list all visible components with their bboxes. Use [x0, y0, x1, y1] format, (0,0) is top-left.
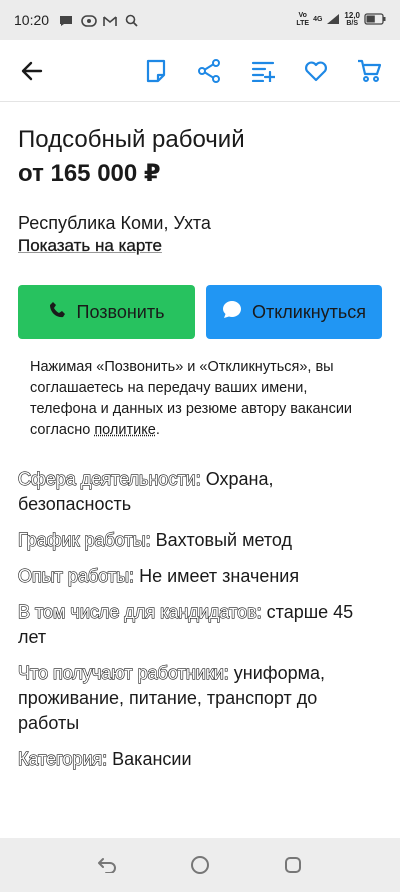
status-bar-left: 10:20 — [14, 12, 139, 28]
vacancy-content: Подсобный рабочий от 165 000 ₽ Республик… — [0, 103, 400, 783]
home-nav-icon[interactable] — [180, 845, 220, 885]
network-speed: 12,0 B/S — [344, 11, 360, 28]
message-bubble-icon — [222, 300, 242, 324]
back-arrow-icon[interactable] — [17, 56, 47, 86]
heart-icon[interactable] — [301, 56, 331, 86]
add-to-list-icon[interactable] — [248, 56, 278, 86]
message-icon — [59, 14, 73, 26]
phone-icon — [49, 301, 67, 324]
action-buttons: Позвонить Откликнуться — [18, 285, 382, 339]
cart-icon[interactable] — [354, 56, 384, 86]
status-time: 10:20 — [14, 12, 50, 28]
status-bar-right: Vo LTE 4G 12,0 B/S — [296, 12, 386, 28]
system-nav-bar — [0, 838, 400, 892]
fact-candidates: В том числе для кандидатов: старше 45 ле… — [17, 601, 354, 647]
vacancy-salary: от 165 000 ₽ — [18, 160, 161, 187]
share-icon[interactable] — [194, 56, 224, 86]
gmail-icon — [103, 14, 117, 26]
fact-schedule: График работы: Вахтовый метод — [17, 529, 293, 550]
back-nav-icon[interactable] — [87, 845, 127, 885]
respond-button[interactable]: Откликнуться — [206, 285, 382, 339]
vacancy-facts: Сфера деятельности: Охрана, безопасность… — [17, 467, 382, 772]
respond-button-label: Откликнуться — [251, 301, 367, 322]
network-type: 4G — [313, 16, 323, 23]
fact-sphere: Сфера деятельности: Охрана, безопасность — [17, 468, 274, 514]
recents-nav-icon[interactable] — [273, 845, 313, 885]
vacancy-location: Республика Коми, Ухта — [18, 213, 211, 233]
fact-experience: Опыт работы: Не имеет значения — [17, 565, 300, 586]
vacancy-title: Подсобный рабочий — [18, 126, 245, 153]
policy-link[interactable]: политике — [94, 422, 155, 438]
battery-icon — [364, 12, 386, 28]
fact-category: Категория: Вакансии — [17, 748, 192, 769]
note-icon[interactable] — [141, 56, 171, 86]
fact-benefits: Что получают работники: униформа, прожив… — [17, 662, 325, 733]
show-on-map-link[interactable]: Показать на карте — [18, 235, 382, 257]
call-button-label: Позвонить — [76, 301, 165, 322]
consent-text: Нажимая «Позвонить» и «Откликнуться», вы… — [30, 359, 353, 438]
signal-icon — [326, 13, 340, 28]
status-bar: 10:20 Vo LTE 4G 12,0 B/S — [0, 0, 400, 40]
app-toolbar — [0, 40, 400, 102]
volte-indicator: Vo LTE — [296, 12, 310, 27]
chat-bubble-icon — [81, 14, 97, 27]
search-icon — [125, 14, 139, 27]
call-button[interactable]: Позвонить — [18, 285, 195, 339]
